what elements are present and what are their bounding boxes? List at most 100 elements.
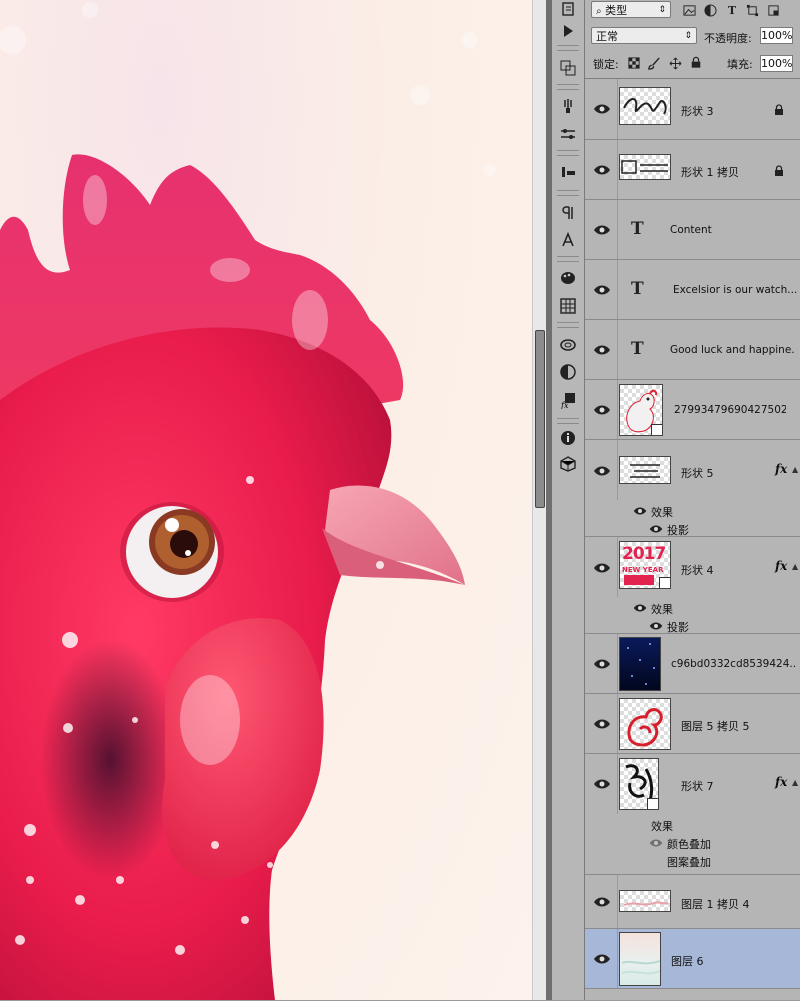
layer-row-selected[interactable]: 图层 6 <box>585 929 800 989</box>
layer-name[interactable]: 279934796904275027 <box>674 404 786 416</box>
lock-move-icon[interactable] <box>668 56 682 70</box>
play-icon[interactable] <box>557 21 579 41</box>
layer-row[interactable]: T Excelsior is our watch... <box>585 260 800 320</box>
layer-name[interactable]: 图层 6 <box>671 953 783 969</box>
visibility-eye-icon[interactable] <box>593 896 611 908</box>
layer-fx-icon[interactable]: fx <box>775 462 787 476</box>
history-icon[interactable] <box>557 0 579 20</box>
panel-grip[interactable] <box>557 256 579 262</box>
effect-name[interactable]: 图案叠加 <box>667 854 711 870</box>
brush-preset-icon[interactable] <box>557 96 579 116</box>
panel-grip[interactable] <box>557 150 579 156</box>
expand-effects-arrow-icon[interactable]: ▲ <box>792 562 798 571</box>
info-icon[interactable] <box>557 428 579 448</box>
3d-icon[interactable] <box>557 454 579 474</box>
lock-all-icon[interactable] <box>689 55 703 69</box>
grid-icon[interactable] <box>557 296 579 316</box>
layer-thumbnail <box>619 932 661 986</box>
layer-row[interactable]: c96bd0332cd8539424... <box>585 634 800 694</box>
text-layer-icon: T <box>631 339 644 359</box>
lock-transparent-icon[interactable] <box>627 56 641 70</box>
vertical-scrollbar[interactable] <box>532 0 547 1000</box>
effects-label[interactable]: 效果 <box>651 818 673 834</box>
effects-label[interactable]: 效果 <box>651 504 673 520</box>
effect-name[interactable]: 投影 <box>667 522 689 538</box>
effects-visibility-eye-icon[interactable] <box>633 603 647 613</box>
panel-grip[interactable] <box>557 190 579 196</box>
layer-row[interactable]: 形状 1 拷贝 <box>585 140 800 200</box>
brush-settings-icon[interactable] <box>557 124 579 144</box>
layer-thumbnail <box>619 456 671 484</box>
styles-icon[interactable]: fx <box>557 390 579 410</box>
visibility-eye-icon[interactable] <box>593 103 611 115</box>
filter-shape-icon[interactable] <box>745 3 759 17</box>
effects-visibility-eye-icon[interactable] <box>633 506 647 516</box>
layer-name[interactable]: Excelsior is our watch... <box>673 284 798 296</box>
filter-smart-object-icon[interactable] <box>766 3 780 17</box>
layer-row[interactable]: 2017 NEW YEAR 形状 4 fx ▲ 效果 投影 <box>585 537 800 634</box>
layer-fx-icon[interactable]: fx <box>775 559 787 573</box>
visibility-eye-icon[interactable] <box>593 465 611 477</box>
panel-grip[interactable] <box>557 418 579 424</box>
expand-effects-arrow-icon[interactable]: ▲ <box>792 465 798 474</box>
effect-name[interactable]: 颜色叠加 <box>667 836 711 852</box>
visibility-eye-icon[interactable] <box>593 778 611 790</box>
document-canvas[interactable] <box>0 0 532 1000</box>
layer-name[interactable]: Good luck and happine... <box>670 344 795 356</box>
lock-brush-icon[interactable] <box>647 56 661 70</box>
visibility-eye-icon[interactable] <box>593 404 611 416</box>
filter-type-icon[interactable]: T <box>725 3 739 17</box>
text-layer-icon: T <box>631 279 644 299</box>
cc-libraries-icon[interactable] <box>557 334 579 354</box>
layer-row[interactable]: 279934796904275027 <box>585 380 800 440</box>
paragraph-icon[interactable] <box>557 203 579 223</box>
visibility-eye-icon[interactable] <box>593 562 611 574</box>
expand-effects-arrow-icon[interactable]: ▲ <box>792 778 798 787</box>
visibility-eye-icon[interactable] <box>593 718 611 730</box>
effect-visibility-eye-icon[interactable] <box>649 838 663 848</box>
swatches-icon[interactable] <box>557 268 579 288</box>
layer-name[interactable]: Content <box>670 224 795 236</box>
blend-mode-select[interactable]: 正常 ⇕ <box>591 27 697 44</box>
lock-icon <box>775 165 783 176</box>
layer-fx-icon[interactable]: fx <box>775 775 787 789</box>
layer-row[interactable]: 图层 1 拷贝 4 <box>585 875 800 929</box>
visibility-eye-icon[interactable] <box>593 164 611 176</box>
layer-row[interactable]: 图层 5 拷贝 5 <box>585 694 800 754</box>
fill-label: 填充: <box>727 58 753 71</box>
scrollbar-thumb[interactable] <box>535 330 545 508</box>
lock-label: 锁定: <box>593 58 619 71</box>
layer-row[interactable]: 形状 5 fx ▲ 效果 投影 <box>585 440 800 537</box>
layer-name[interactable]: 图层 5 拷贝 5 <box>681 718 793 734</box>
panel-grip[interactable] <box>557 45 579 51</box>
effect-visibility-eye-icon[interactable] <box>649 524 663 534</box>
visibility-eye-icon[interactable] <box>593 344 611 356</box>
visibility-eye-icon[interactable] <box>593 953 611 965</box>
panel-grip[interactable] <box>557 84 579 90</box>
filter-adjustment-icon[interactable] <box>703 3 717 17</box>
filter-kind-select[interactable]: ⌕ 类型 ⇕ <box>591 1 671 18</box>
filter-pixel-icon[interactable] <box>682 3 696 17</box>
adjustments-icon[interactable] <box>557 362 579 382</box>
layer-row[interactable]: T Good luck and happine... <box>585 320 800 380</box>
opacity-input[interactable]: 100% <box>760 27 793 44</box>
layer-row[interactable]: 形状 3 <box>585 79 800 140</box>
character-icon[interactable] <box>557 230 579 250</box>
visibility-eye-icon[interactable] <box>593 224 611 236</box>
layer-row[interactable]: T Content <box>585 200 800 260</box>
visibility-eye-icon[interactable] <box>593 284 611 296</box>
layer-name[interactable]: c96bd0332cd8539424... <box>671 658 795 670</box>
tool-preset-icon[interactable] <box>557 162 579 182</box>
clone-source-icon[interactable] <box>557 58 579 78</box>
panel-grip[interactable] <box>557 322 579 328</box>
layer-name[interactable]: 图层 1 拷贝 4 <box>681 896 793 912</box>
layer-row[interactable]: 形状 7 fx ▲ 效果 颜色叠加 图案叠加 <box>585 754 800 875</box>
shape-badge-icon <box>659 577 670 588</box>
visibility-eye-icon[interactable] <box>593 658 611 670</box>
effect-visibility-eye-icon[interactable] <box>649 621 663 631</box>
layers-panel: ⌕ 类型 ⇕ T 正常 ⇕ 不透明度: 100% 锁定: 填充: 100% 形状… <box>585 0 800 1000</box>
fill-input[interactable]: 100% <box>760 55 793 72</box>
layer-thumbnail <box>619 890 671 912</box>
effect-name[interactable]: 投影 <box>667 619 689 635</box>
effects-label[interactable]: 效果 <box>651 601 673 617</box>
